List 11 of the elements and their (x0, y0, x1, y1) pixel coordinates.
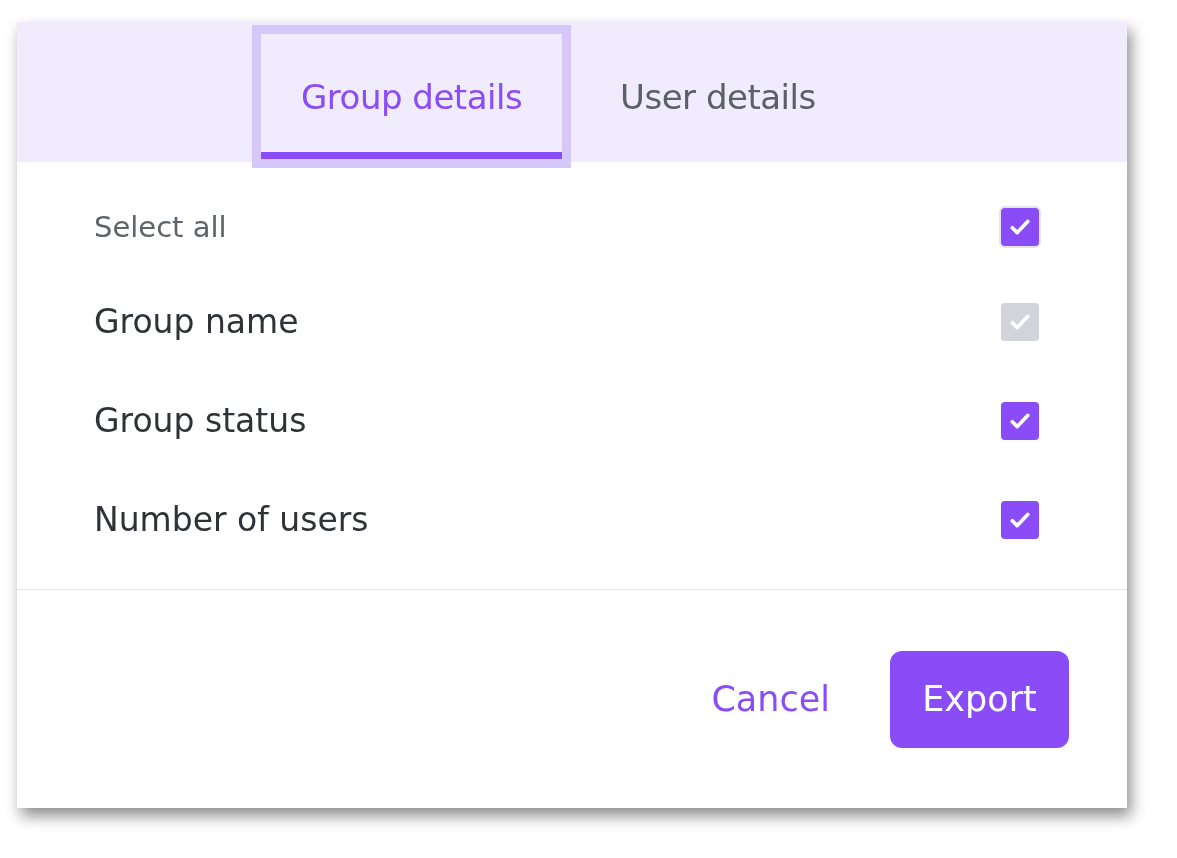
tab[interactable]: Group details (252, 25, 572, 168)
select-all-label: Select all (94, 210, 227, 244)
tab[interactable]: User details (571, 25, 865, 168)
cancel-button[interactable]: Cancel (711, 669, 830, 729)
option-checkbox[interactable] (1001, 401, 1039, 440)
option-checkbox[interactable] (1001, 500, 1039, 539)
export-button[interactable]: Export (890, 650, 1069, 748)
option-label: Group name (94, 302, 299, 341)
option-label: Number of users (94, 500, 369, 539)
select-all-checkbox[interactable] (1001, 208, 1039, 246)
option-label: Group status (94, 401, 307, 440)
